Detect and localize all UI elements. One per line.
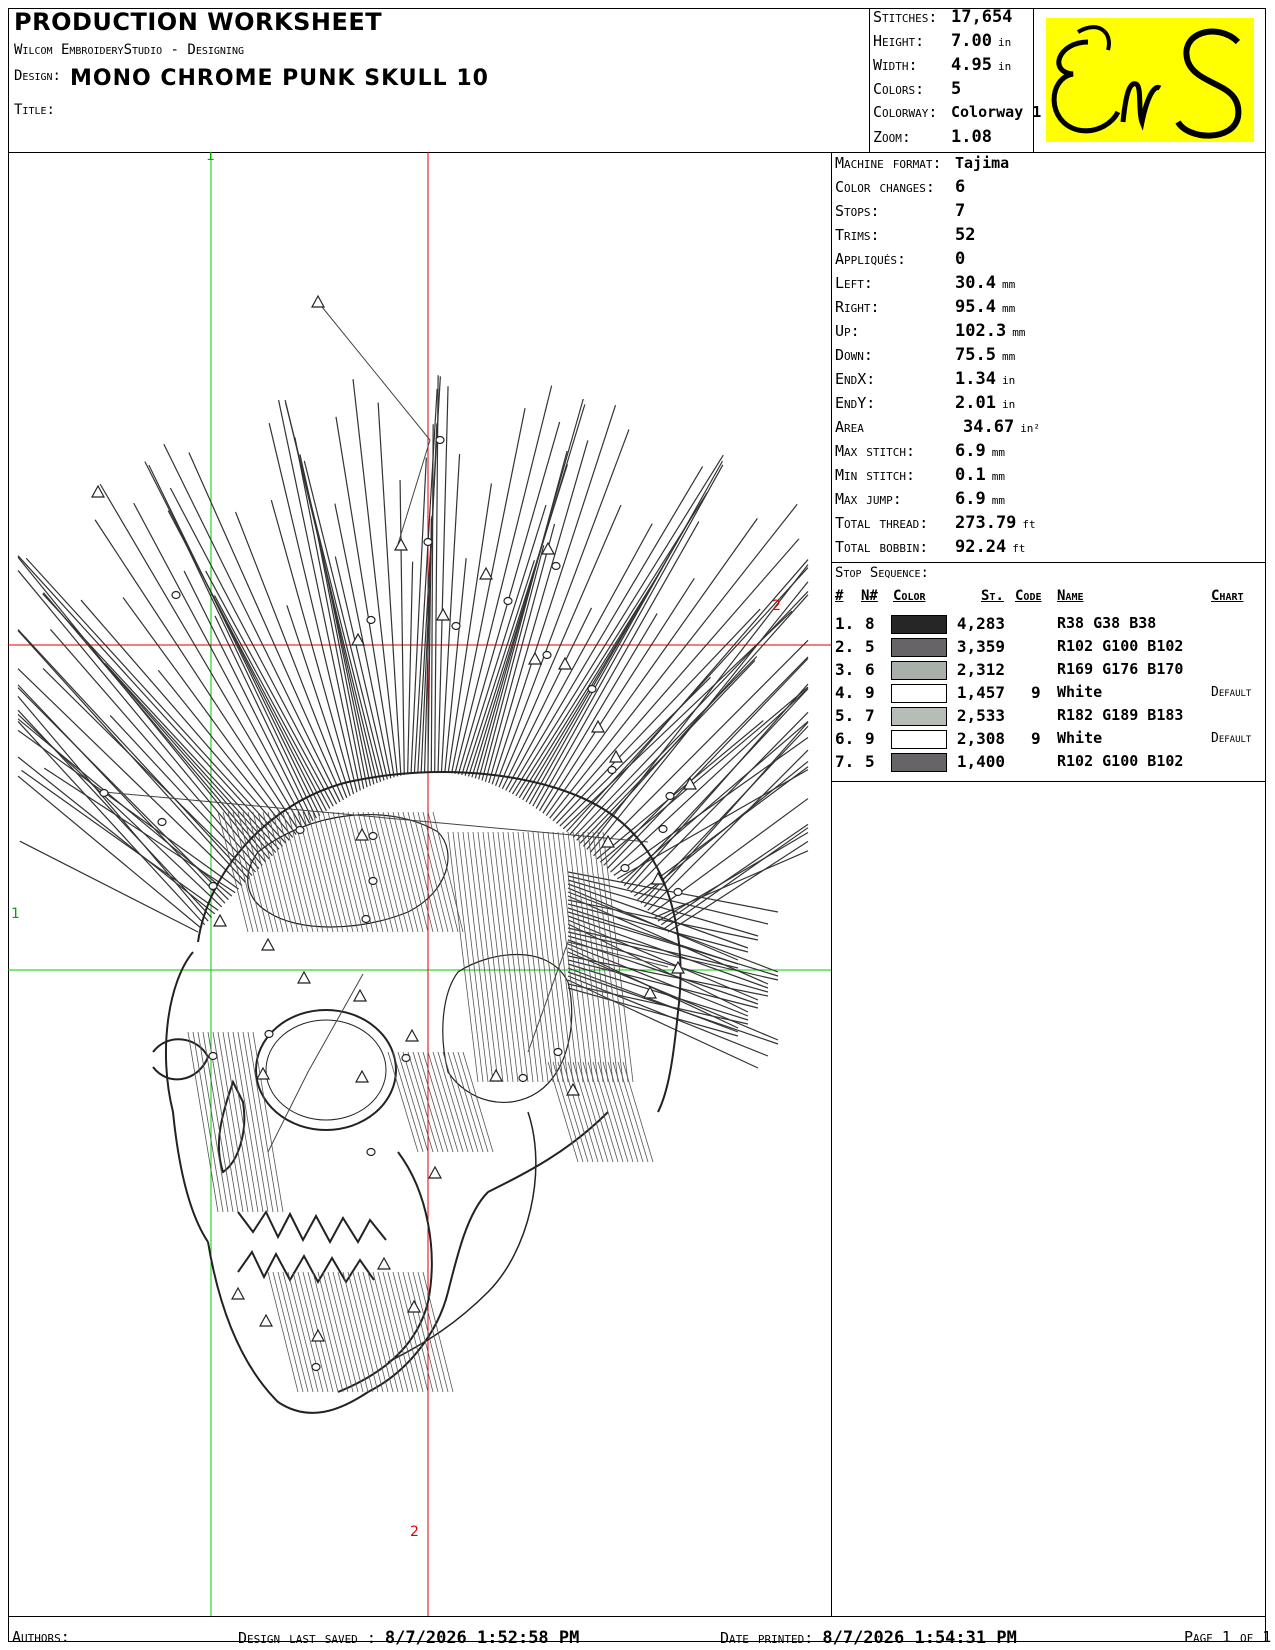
last-saved: Design last saved : 8/7/2026 1:52:58 PM: [238, 1628, 580, 1648]
col-header: N#: [861, 588, 878, 604]
thread-name: R102 G100 B102: [1057, 637, 1184, 655]
guide-label-red-right: 2: [772, 598, 781, 614]
detail-row: Right: 95.4 mm: [835, 297, 1016, 317]
summary-row: Colors: 5: [873, 79, 962, 99]
thread-name: White: [1057, 729, 1103, 747]
design-label: Design:: [14, 68, 61, 84]
color-swatch: [891, 638, 947, 657]
row-number: 2.: [835, 637, 855, 656]
guide-label-red-bottom: 2: [410, 1524, 419, 1540]
detail-row: Total bobbin: 92.24 ft: [835, 537, 1026, 557]
needle-number: 5: [865, 752, 875, 771]
thread-code: 9: [1031, 729, 1041, 748]
color-swatch: [891, 615, 947, 634]
skull-hatching: [187, 811, 654, 1393]
worksheet-title: PRODUCTION WORKSHEET: [14, 8, 383, 36]
stop-sequence-title: Stop Sequence:: [835, 565, 929, 581]
thread-name: R38 G38 B38: [1057, 614, 1157, 632]
detail-row: Area 34.67 in²: [835, 417, 1041, 437]
detail-row: Min stitch: 0.1 mm: [835, 465, 1005, 485]
stitch-count: 2,308: [956, 729, 1005, 748]
summary-row: Colorway: Colorway 1: [873, 103, 1042, 121]
design-preview: 1 1 2 2: [8, 152, 831, 1616]
col-header: Name: [1057, 588, 1084, 604]
detail-row: Max stitch: 6.9 mm: [835, 441, 1005, 461]
stitch-count: 4,283: [956, 614, 1005, 633]
summary-row: Stitches: 17,654: [873, 7, 1013, 27]
col-header: #: [835, 588, 844, 604]
guide-label-green-top: 1: [206, 152, 215, 164]
company-logo: EnS: [1038, 12, 1262, 148]
col-header: Chart: [1211, 588, 1244, 604]
col-header: Color: [893, 588, 926, 604]
color-swatch: [891, 661, 947, 680]
detail-row: Total thread: 273.79 ft: [835, 513, 1036, 533]
logo-divider: [1033, 8, 1034, 152]
col-header: Code: [1015, 588, 1042, 604]
details-bottom: [831, 781, 1266, 782]
detail-row: Down: 75.5 mm: [835, 345, 1016, 365]
row-number: 3.: [835, 660, 855, 679]
detail-row: Appliqués: 0: [835, 249, 966, 269]
stitch-count: 3,359: [956, 637, 1005, 656]
needle-number: 9: [865, 729, 875, 748]
row-number: 6.: [835, 729, 855, 748]
detail-row: Up: 102.3 mm: [835, 321, 1026, 341]
needle-number: 6: [865, 660, 875, 679]
title-label: Title:: [14, 102, 55, 118]
design-name: MONO CHROME PUNK SKULL 10: [70, 66, 489, 91]
row-number: 5.: [835, 706, 855, 725]
stop-seq-top: [831, 562, 1266, 563]
needle-number: 5: [865, 637, 875, 656]
thread-code: 9: [1031, 683, 1041, 702]
header-stats-divider: [869, 8, 870, 152]
mohawk-spikes: [17, 375, 809, 1069]
thread-chart: Default: [1211, 731, 1252, 746]
detail-row: EndY: 2.01 in: [835, 393, 1016, 413]
detail-row: Max jump: 6.9 mm: [835, 489, 1005, 509]
detail-row: Left: 30.4 mm: [835, 273, 1016, 293]
detail-row: Trims: 52: [835, 225, 976, 245]
thread-chart: Default: [1211, 685, 1252, 700]
summary-row: Width: 4.95 in: [873, 55, 1012, 75]
footer-divider: [8, 1616, 1266, 1617]
detail-row: EndX: 1.34 in: [835, 369, 1016, 389]
detail-row: Machine format: Tajima: [835, 154, 1010, 172]
color-swatch: [891, 753, 947, 772]
color-swatch: [891, 684, 947, 703]
stitch-count: 1,457: [956, 683, 1005, 702]
summary-row: Height: 7.00 in: [873, 31, 1012, 51]
guide-label-green-left: 1: [11, 906, 20, 922]
thread-name: R102 G100 B102: [1057, 752, 1184, 770]
needle-number: 8: [865, 614, 875, 633]
page-number: Page 1 of 1: [1184, 1628, 1272, 1646]
stitch-count: 2,312: [956, 660, 1005, 679]
summary-row: Zoom: 1.08: [873, 127, 992, 147]
needle-number: 9: [865, 683, 875, 702]
thread-name: R182 G189 B183: [1057, 706, 1184, 724]
stitch-count: 1,400: [956, 752, 1005, 771]
authors-label: Authors:: [12, 1628, 70, 1646]
stitch-count: 2,533: [956, 706, 1005, 725]
thread-name: R169 G176 B170: [1057, 660, 1184, 678]
software-name: Wilcom EmbroideryStudio - Designing: [14, 42, 244, 58]
thread-name: White: [1057, 683, 1103, 701]
logo-graphic: EnS: [1046, 18, 1254, 143]
color-swatch: [891, 730, 947, 749]
detail-row: Color changes: 6: [835, 177, 966, 197]
row-number: 1.: [835, 614, 855, 633]
row-number: 4.: [835, 683, 855, 702]
row-number: 7.: [835, 752, 855, 771]
date-printed: Date printed: 8/7/2026 1:54:31 PM: [720, 1628, 1017, 1648]
needle-number: 7: [865, 706, 875, 725]
col-header: St.: [981, 588, 1004, 604]
stop-sequence-table: # N# Color St. Code Name Chart 1. 8 4,283 R…: [835, 586, 1263, 781]
details-divider: [831, 152, 832, 1616]
detail-row: Stops: 7: [835, 201, 966, 221]
color-swatch: [891, 707, 947, 726]
